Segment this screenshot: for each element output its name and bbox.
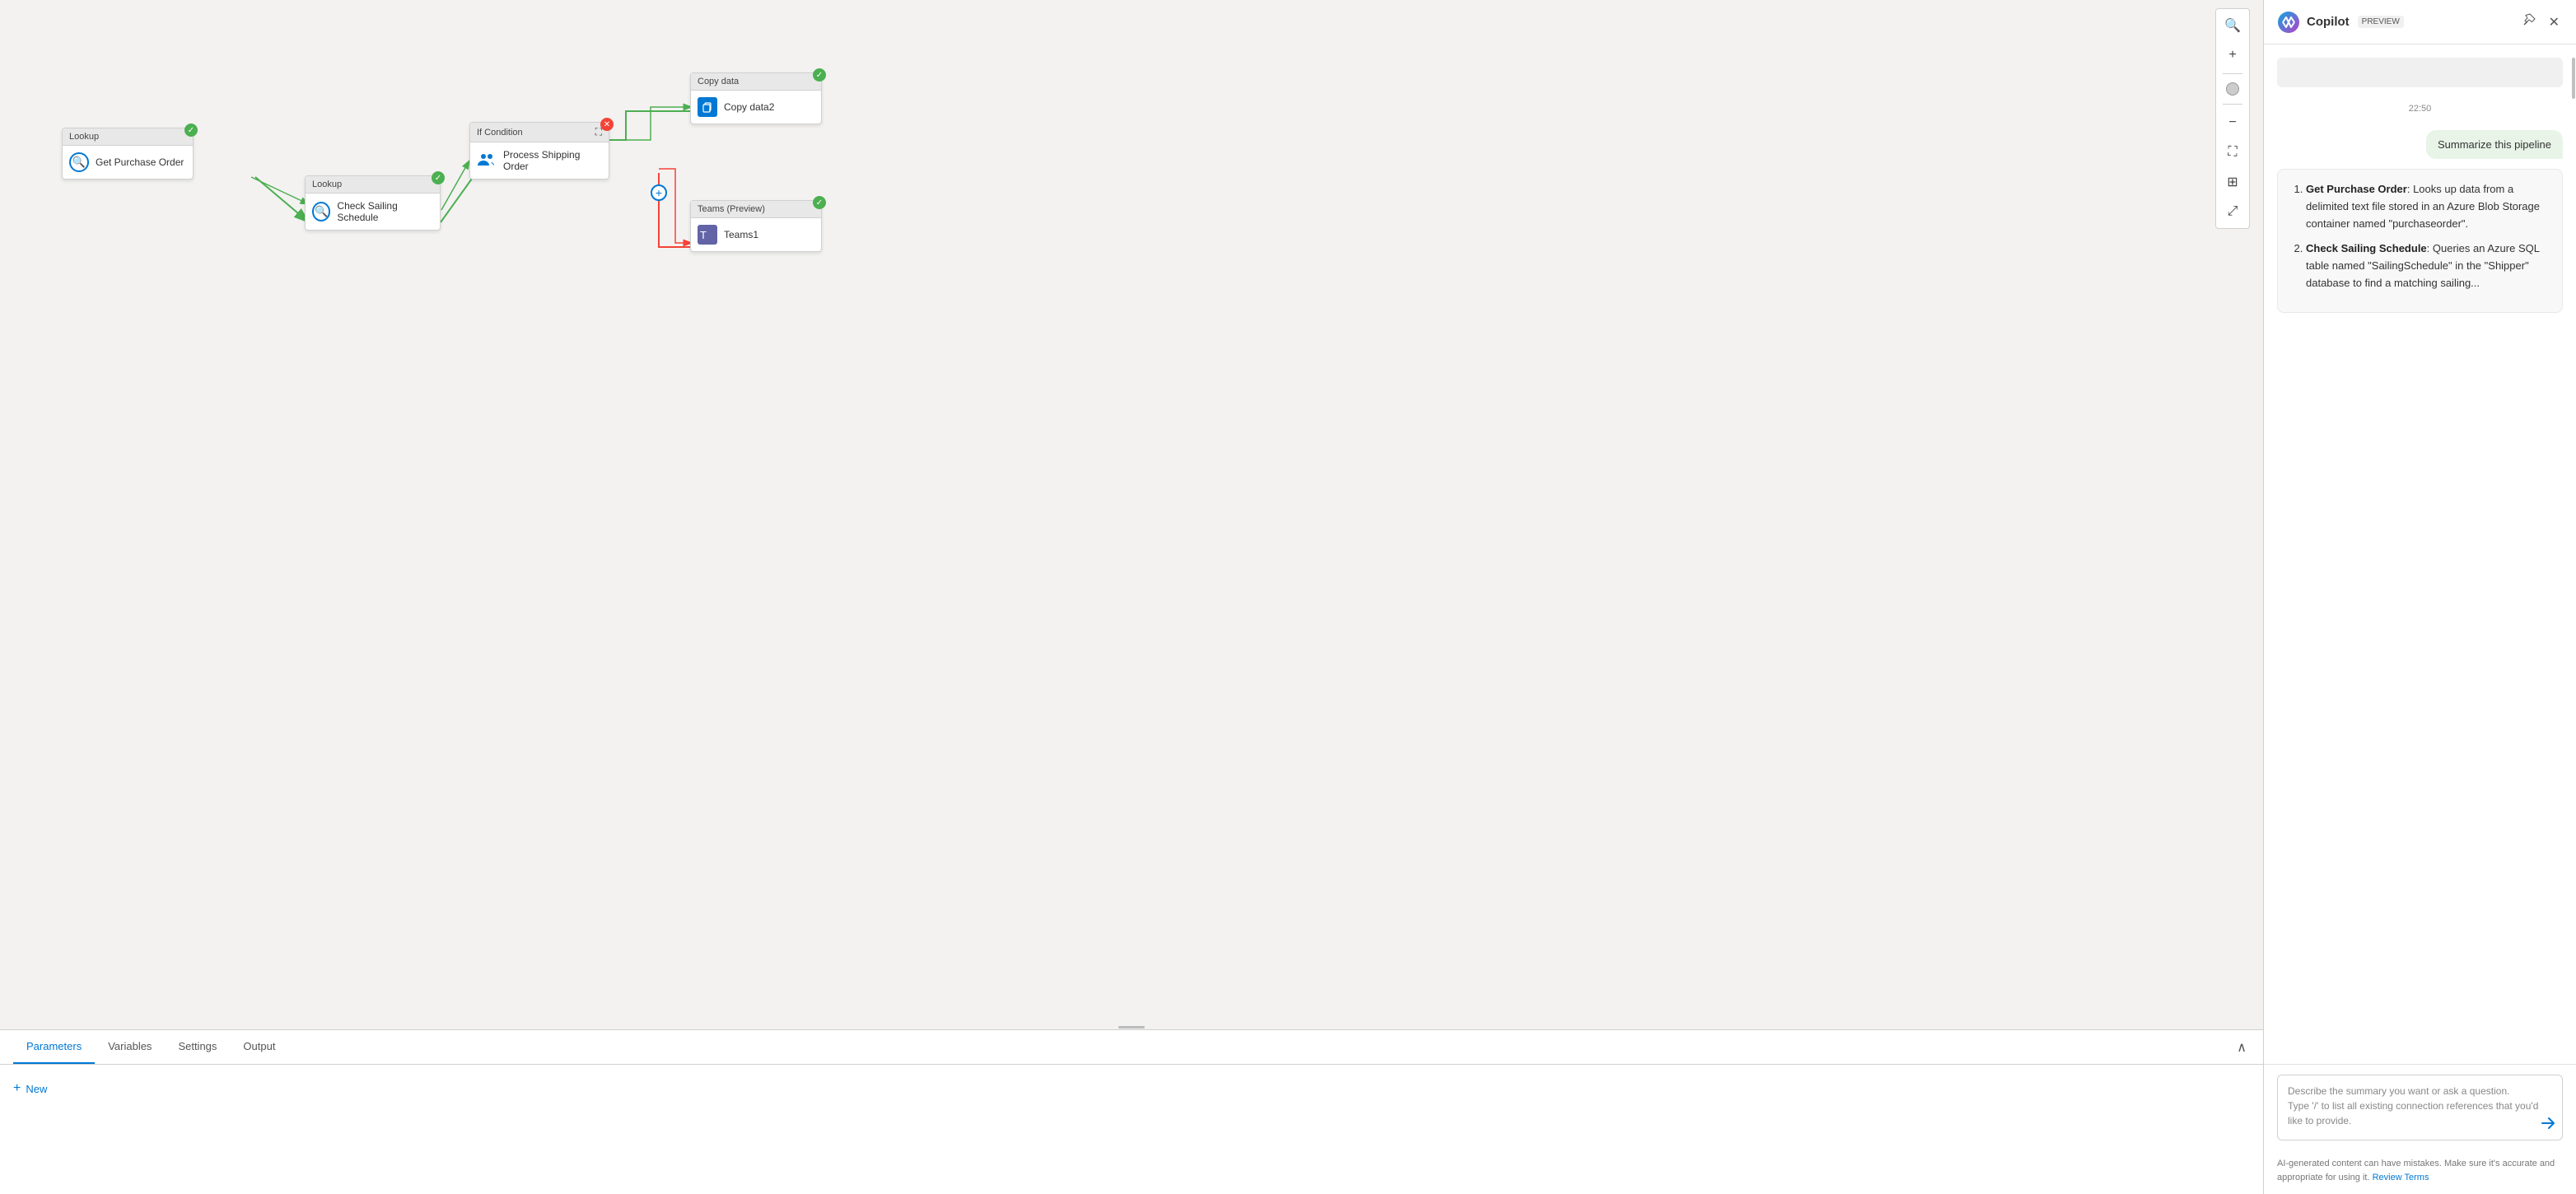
canvas-toolbar: 🔍 + − ⛶ ⊞ ⤢ [2215,8,2250,229]
toolbar-divider-1 [2223,73,2242,74]
ai-response-item-1: Get Purchase Order: Looks up data from a… [2306,181,2549,232]
node-copy-data[interactable]: Copy data Copy data2 ✓ [690,72,822,124]
send-message-btn[interactable] [2541,1116,2555,1135]
node-body-teams: T Teams1 [691,218,821,251]
copilot-logo [2277,11,2300,34]
copilot-scrollbar[interactable] [2571,41,2576,1062]
tab-parameters[interactable]: Parameters [13,1030,95,1064]
if-condition-header: If Condition ⛶ [470,123,609,142]
close-copilot-btn[interactable]: ✕ [2546,10,2563,34]
zoom-out-btn[interactable]: − [2219,110,2246,136]
node-header-lookup1: Lookup [63,128,193,146]
node-label-copy: Copy data2 [724,101,774,113]
tab-variables[interactable]: Variables [95,1030,165,1064]
toolbar-divider-2 [2223,104,2242,105]
node-header-lookup2: Lookup [306,176,440,194]
add-activity-btn[interactable]: + [651,184,667,201]
node-if-condition[interactable]: If Condition ⛶ Process Shipping Order ✕ [469,122,609,180]
svg-text:T: T [700,229,707,241]
node-label-process-shipping: Process Shipping Order [503,149,602,172]
copilot-header: Copilot PREVIEW ✕ [2264,0,2576,44]
node-get-purchase-order[interactable]: Lookup 🔍 Get Purchase Order ✓ [62,128,194,180]
tab-settings[interactable]: Settings [165,1030,230,1064]
node-label-teams: Teams1 [724,229,758,240]
new-parameter-btn[interactable]: + New [13,1078,47,1099]
search-canvas-btn[interactable]: 🔍 [2219,12,2246,39]
node-body-get-purchase-order: 🔍 Get Purchase Order [63,146,193,179]
copilot-header-actions: ✕ [2519,10,2563,34]
node-body-check-sailing: 🔍 Check Sailing Schedule [306,194,440,230]
copilot-placeholder: Describe the summary you want or ask a q… [2288,1084,2552,1128]
previous-input [2277,58,2563,87]
node-header-teams: Teams (Preview) [691,201,821,218]
bottom-tabs: Parameters Variables Settings Output ∧ [0,1030,2263,1065]
tab-output[interactable]: Output [230,1030,288,1064]
canvas-container: Lookup 🔍 Get Purchase Order ✓ Lookup 🔍 C… [0,0,2263,1029]
item1-name: Get Purchase Order [2306,183,2407,195]
preview-badge: PREVIEW [2358,16,2404,28]
ai-response-item-2: Check Sailing Schedule: Queries an Azure… [2306,240,2549,292]
user-message: Summarize this pipeline [2426,130,2563,159]
copy-icon [698,97,717,117]
tab-list: Parameters Variables Settings Output [13,1030,288,1064]
copilot-messages: 22:50 Summarize this pipeline Get Purcha… [2264,44,2576,1064]
auto-layout-btn[interactable]: ⊞ [2219,169,2246,195]
plus-icon: + [13,1081,21,1096]
check-badge-2: ✓ [432,171,445,184]
node-label-get-purchase-order: Get Purchase Order [96,156,184,168]
resize-handle[interactable] [1115,1024,1148,1029]
pin-copilot-btn[interactable] [2519,10,2539,34]
copilot-panel: Copilot PREVIEW ✕ 22:50 Summarize this p… [2263,0,2576,1194]
collapse-panel-btn[interactable]: ∧ [2233,1036,2250,1059]
teams-icon: T [698,225,717,245]
node-teams[interactable]: Teams (Preview) T Teams1 ✓ [690,200,822,252]
main-area: Lookup 🔍 Get Purchase Order ✓ Lookup 🔍 C… [0,0,2263,1194]
check-badge-1: ✓ [184,124,198,137]
ai-response: Get Purchase Order: Looks up data from a… [2277,169,2563,313]
node-body-copy: Copy data2 [691,91,821,124]
node-label-check-sailing: Check Sailing Schedule [337,200,433,223]
fullscreen-btn[interactable]: ⤢ [2219,198,2246,225]
bottom-content: + New [0,1065,2263,1194]
scrollbar-thumb[interactable] [2572,58,2575,99]
item2-name: Check Sailing Schedule [2306,242,2427,254]
check-badge-3: ✓ [813,68,826,82]
copilot-title: Copilot [2307,15,2350,29]
x-badge: ✕ [600,118,614,131]
if-condition-icon [477,151,497,170]
node-check-sailing-schedule[interactable]: Lookup 🔍 Check Sailing Schedule ✓ [305,175,441,231]
bottom-panel: Parameters Variables Settings Output ∧ +… [0,1029,2263,1194]
zoom-in-btn[interactable]: + [2219,42,2246,68]
review-terms-link[interactable]: Review Terms [2373,1173,2429,1182]
copilot-footer: AI-generated content can have mistakes. … [2264,1150,2576,1194]
new-label: New [26,1083,47,1095]
connections-svg [0,0,2263,1029]
check-badge-4: ✓ [813,196,826,209]
message-timestamp: 22:50 [2277,104,2563,114]
node-header-copy: Copy data [691,73,821,91]
if-condition-body: Process Shipping Order [470,142,609,179]
fit-view-btn[interactable]: ⛶ [2219,139,2246,166]
zoom-thumb[interactable] [2226,82,2239,96]
lookup-icon-1: 🔍 [69,152,89,172]
ai-response-list: Get Purchase Order: Looks up data from a… [2291,181,2549,292]
lookup-icon-2: 🔍 [312,202,330,222]
copilot-input-box[interactable]: Describe the summary you want or ask a q… [2277,1075,2563,1140]
copilot-input-area: Describe the summary you want or ask a q… [2264,1064,2576,1150]
